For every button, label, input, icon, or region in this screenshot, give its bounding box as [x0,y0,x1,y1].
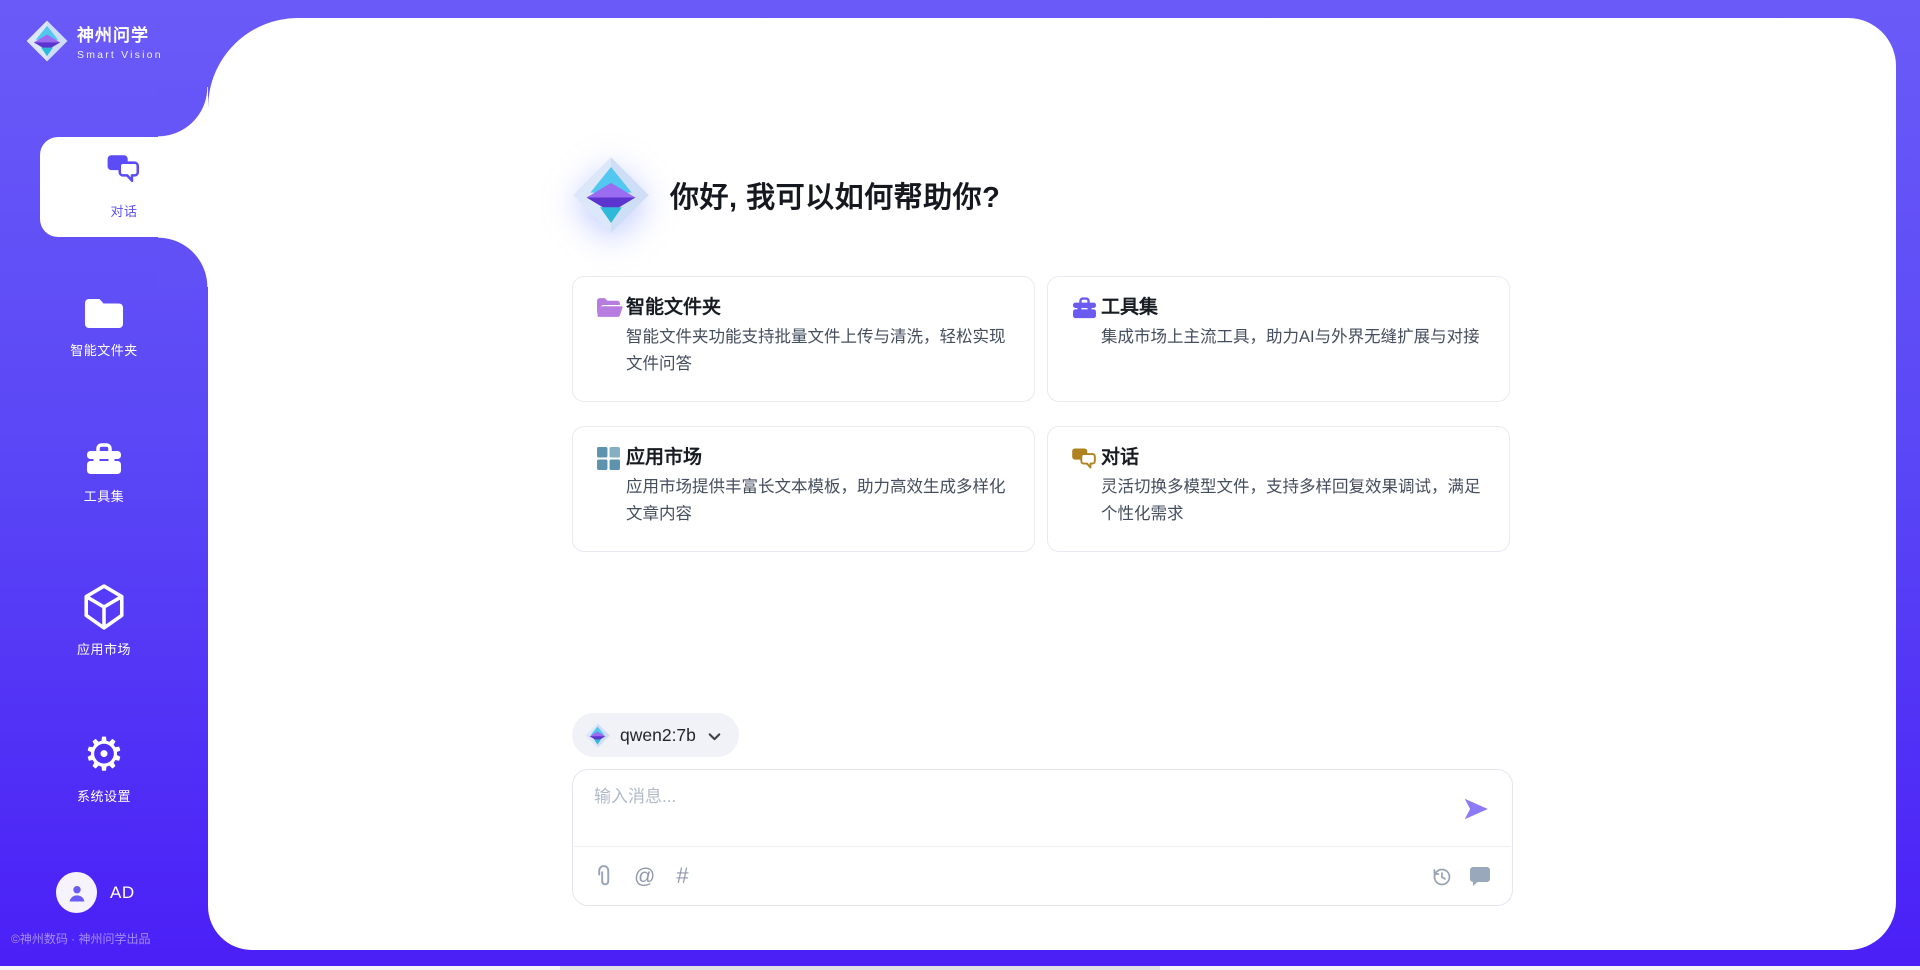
sidebar-item-label: 应用市场 [0,639,208,658]
history-icon [1430,865,1453,888]
brand-diamond-icon [585,723,610,748]
brand-subtitle: Smart Vision [77,49,163,61]
sidebar-item-label: 对话 [110,201,137,220]
brand-name: 神州问学 [77,21,163,46]
app-window: 神州问学 Smart Vision 对话 智能文件夹 工具集 应用市场 ⚙ 系统… [0,0,1920,970]
history-button[interactable] [1430,865,1453,888]
tab-fillet-bottom [158,237,208,287]
chat-bubbles-icon [1071,446,1098,470]
send-icon [1462,795,1490,823]
sidebar-item-label: 工具集 [0,486,208,505]
main-panel: 你好, 我可以如何帮助你? 智能文件夹 智能文件夹功能支持批量文件上传与清洗，轻… [208,18,1896,950]
message-composer: @ # [572,769,1513,906]
chat-bubbles-icon [106,152,142,184]
sidebar-item-label: 智能文件夹 [0,340,208,359]
user-name: AD [110,883,135,903]
scrollbar-thumb[interactable] [560,966,1160,970]
card-title: 应用市场 [626,442,702,469]
greeting: 你好, 我可以如何帮助你? [572,156,1000,234]
send-button[interactable] [1461,795,1491,825]
card-smart-folder[interactable]: 智能文件夹 智能文件夹功能支持批量文件上传与清洗，轻松实现文件问答 [572,276,1035,402]
person-icon [65,881,89,905]
sidebar-item-app-market[interactable]: 应用市场 [0,584,208,658]
folder-open-icon [596,296,623,319]
attach-button[interactable] [594,864,613,889]
toolbox-icon [84,441,124,477]
avatar [56,872,97,913]
brand-diamond-icon [26,20,68,62]
horizontal-scrollbar[interactable] [0,966,1920,970]
model-name: qwen2:7b [620,725,696,746]
copyright-text: ©神州数码 · 神州问学出品 [11,930,207,947]
card-description: 集成市场上主流工具，助力AI与外界无缝扩展与对接 [1101,324,1493,351]
card-description: 应用市场提供丰富长文本模板，助力高效生成多样化文章内容 [626,474,1018,527]
sidebar-item-label: 系统设置 [0,786,208,805]
greeting-title: 你好, 我可以如何帮助你? [670,174,1000,216]
folder-icon [83,295,125,331]
hash-icon: # [676,865,688,887]
paperclip-icon [594,864,613,889]
card-chat[interactable]: 对话 灵活切换多模型文件，支持多样回复效果调试，满足个性化需求 [1047,426,1510,552]
conversation-button[interactable] [1468,865,1492,887]
sidebar: 神州问学 Smart Vision 对话 智能文件夹 工具集 应用市场 ⚙ 系统… [0,0,208,970]
at-icon: @ [634,866,655,887]
sidebar-item-toolset[interactable]: 工具集 [0,441,208,505]
card-title: 对话 [1101,442,1139,469]
card-description: 灵活切换多模型文件，支持多样回复效果调试，满足个性化需求 [1101,474,1493,527]
tab-fillet-top [158,87,208,137]
gear-icon: ⚙ [0,731,208,777]
card-description: 智能文件夹功能支持批量文件上传与清洗，轻松实现文件问答 [626,324,1018,377]
topic-button[interactable]: # [676,865,688,887]
cube-icon [83,584,125,630]
card-app-market[interactable]: 应用市场 应用市场提供丰富长文本模板，助力高效生成多样化文章内容 [572,426,1035,552]
composer-toolbar: @ # [594,847,1492,905]
card-toolset[interactable]: 工具集 集成市场上主流工具，助力AI与外界无缝扩展与对接 [1047,276,1510,402]
brand-diamond-icon [572,156,650,234]
toolbox-icon [1071,296,1098,320]
card-title: 工具集 [1101,292,1158,319]
chevron-down-icon [706,728,723,745]
sidebar-item-chat[interactable]: 对话 [40,137,208,237]
message-input[interactable] [594,782,1414,838]
model-selector[interactable]: qwen2:7b [572,713,739,757]
sidebar-item-settings[interactable]: ⚙ 系统设置 [0,731,208,805]
app-grid-icon [596,446,621,471]
sidebar-item-smart-folder[interactable]: 智能文件夹 [0,295,208,359]
card-title: 智能文件夹 [626,292,721,319]
mention-button[interactable]: @ [634,866,655,887]
chat-bubble-icon [1468,865,1492,887]
brand-logo: 神州问学 Smart Vision [26,20,163,62]
shortcut-cards: 智能文件夹 智能文件夹功能支持批量文件上传与清洗，轻松实现文件问答 工具集 集成… [572,276,1510,552]
user-profile[interactable]: AD [56,872,135,913]
